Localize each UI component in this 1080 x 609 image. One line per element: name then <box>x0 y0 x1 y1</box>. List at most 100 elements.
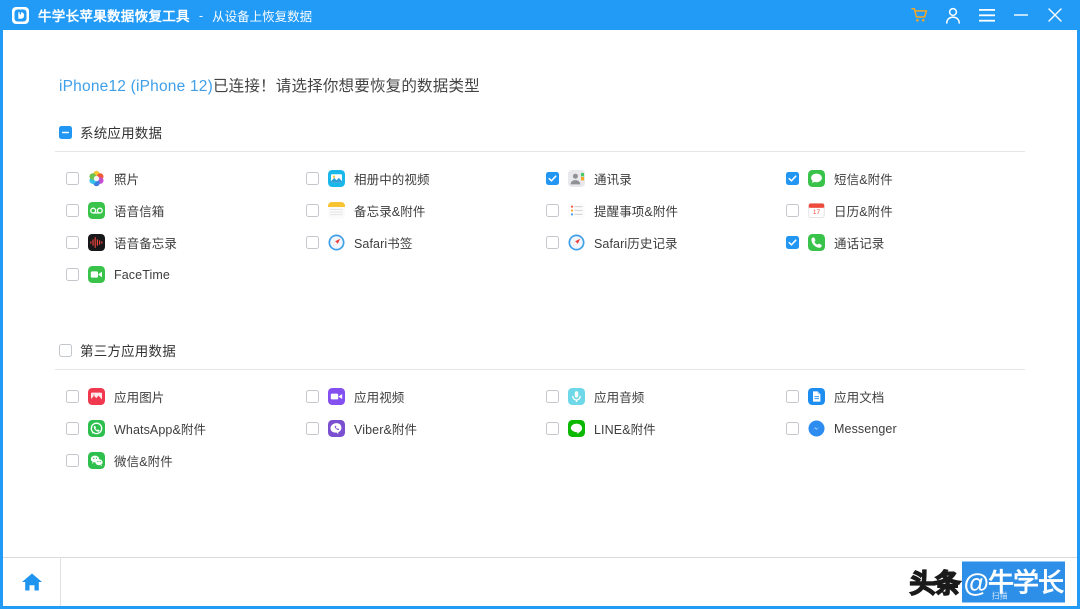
checkbox-app-document[interactable] <box>786 390 799 403</box>
device-message: 已连接！请选择你想要恢复的数据类型 <box>212 78 480 95</box>
device-status-line: iPhone12 (iPhone 12)已连接！请选择你想要恢复的数据类型 <box>55 30 1025 96</box>
checkbox-contacts[interactable] <box>546 172 559 185</box>
item-viber[interactable]: Viber&附件 <box>306 419 546 438</box>
wechat-icon <box>88 452 105 469</box>
app-title: 牛学长苹果数据恢复工具 <box>38 9 190 24</box>
section-system-header: 系统应用数据 <box>55 122 1025 152</box>
section-third-party-header: 第三方应用数据 <box>55 340 1025 370</box>
item-whatsapp[interactable]: WhatsApp&附件 <box>66 419 306 438</box>
voicemail-icon <box>88 202 105 219</box>
facetime-icon <box>88 266 105 283</box>
item-voice-memos[interactable]: 语音备忘录 <box>66 233 306 252</box>
messages-icon <box>808 170 825 187</box>
item-app-document[interactable]: 应用文档 <box>786 387 1026 406</box>
minimize-icon[interactable] <box>1004 0 1038 30</box>
item-label: 语音备忘录 <box>114 237 178 251</box>
item-voicemail[interactable]: 语音信箱 <box>66 201 306 220</box>
item-label: 照片 <box>114 173 140 187</box>
line-icon <box>568 420 585 437</box>
app-subtitle: 从设备上恢复数据 <box>212 9 313 24</box>
checkbox-wechat[interactable] <box>66 454 79 467</box>
section-third-party-checkbox[interactable] <box>59 343 72 357</box>
item-label: 应用文档 <box>834 391 885 405</box>
item-messenger[interactable]: Messenger <box>786 419 1026 438</box>
item-reminders[interactable]: 提醒事项&附件 <box>546 201 786 220</box>
checkbox-line[interactable] <box>546 422 559 435</box>
section-system-data: 系统应用数据 照片 相册中的视频 通讯录 短信&附件 语音信箱 备忘录&附件 提… <box>55 122 1025 284</box>
app-logo-icon <box>12 6 29 24</box>
item-label: 相册中的视频 <box>354 173 430 187</box>
safari-icon <box>568 234 585 251</box>
watermark-highlight-text: @牛学长 扫描 <box>961 561 1065 603</box>
section-system-title: 系统应用数据 <box>80 126 163 141</box>
checkbox-album-video[interactable] <box>306 172 319 185</box>
item-label: 通讯录 <box>594 173 632 187</box>
checkbox-photos[interactable] <box>66 172 79 185</box>
item-label: Safari历史记录 <box>594 237 678 251</box>
item-line[interactable]: LINE&附件 <box>546 419 786 438</box>
whatsapp-icon <box>88 420 105 437</box>
contacts-icon <box>568 170 585 187</box>
item-album-video[interactable]: 相册中的视频 <box>306 169 546 188</box>
content-frame: iPhone12 (iPhone 12)已连接！请选择你想要恢复的数据类型 系统… <box>0 30 1080 609</box>
phone-icon <box>808 234 825 251</box>
checkbox-voice-memos[interactable] <box>66 236 79 249</box>
item-notes[interactable]: 备忘录&附件 <box>306 201 546 220</box>
checkbox-app-audio[interactable] <box>546 390 559 403</box>
item-wechat[interactable]: 微信&附件 <box>66 451 306 470</box>
checkbox-app-photos[interactable] <box>66 390 79 403</box>
title-bar: 牛学长苹果数据恢复工具 - 从设备上恢复数据 <box>0 0 1080 30</box>
cart-icon[interactable] <box>902 0 936 30</box>
menu-icon[interactable] <box>970 0 1004 30</box>
item-calendar[interactable]: 17 日历&附件 <box>786 201 1026 220</box>
app-photos-icon <box>88 388 105 405</box>
section-third-party-title: 第三方应用数据 <box>80 344 176 359</box>
home-icon[interactable] <box>3 558 61 606</box>
item-photos[interactable]: 照片 <box>66 169 306 188</box>
section-system-checkbox[interactable] <box>59 125 72 139</box>
third-party-data-grid: 应用图片 应用视频 应用音频 应用文档 WhatsApp&附件 Viber&附件… <box>55 387 1025 470</box>
item-contacts[interactable]: 通讯录 <box>546 169 786 188</box>
album-video-icon <box>328 170 345 187</box>
checkbox-reminders[interactable] <box>546 204 559 217</box>
item-safari-bookmarks[interactable]: Safari书签 <box>306 233 546 252</box>
checkbox-notes[interactable] <box>306 204 319 217</box>
item-facetime[interactable]: FaceTime <box>66 265 306 284</box>
item-app-video[interactable]: 应用视频 <box>306 387 546 406</box>
checkbox-messages[interactable] <box>786 172 799 185</box>
title-separator: - <box>198 7 204 23</box>
watermark-subtext: 扫描 <box>991 591 1008 601</box>
checkbox-viber[interactable] <box>306 422 319 435</box>
item-app-photos[interactable]: 应用图片 <box>66 387 306 406</box>
item-label: 短信&附件 <box>834 173 893 187</box>
checkbox-voicemail[interactable] <box>66 204 79 217</box>
checkbox-safari-history[interactable] <box>546 236 559 249</box>
close-icon[interactable] <box>1038 0 1072 30</box>
checkbox-calendar[interactable] <box>786 204 799 217</box>
calendar-icon: 17 <box>808 202 825 219</box>
item-safari-history[interactable]: Safari历史记录 <box>546 233 786 252</box>
item-label: 应用视频 <box>354 391 405 405</box>
watermark: 头条 @牛学长 扫描 <box>909 561 1065 603</box>
watermark-outline-text: 头条 <box>909 568 962 600</box>
checkbox-facetime[interactable] <box>66 268 79 281</box>
account-icon[interactable] <box>936 0 970 30</box>
item-call-history[interactable]: 通话记录 <box>786 233 1026 252</box>
main-content: iPhone12 (iPhone 12)已连接！请选择你想要恢复的数据类型 系统… <box>3 30 1077 557</box>
item-app-audio[interactable]: 应用音频 <box>546 387 786 406</box>
item-label: LINE&附件 <box>594 423 656 437</box>
item-label: 备忘录&附件 <box>354 205 426 219</box>
item-label: 通话记录 <box>834 237 885 251</box>
messenger-icon <box>808 420 825 437</box>
device-name: iPhone12 (iPhone 12) <box>59 78 213 95</box>
item-label: WhatsApp&附件 <box>114 423 207 437</box>
item-label: Safari书签 <box>354 237 413 251</box>
checkbox-call-history[interactable] <box>786 236 799 249</box>
checkbox-messenger[interactable] <box>786 422 799 435</box>
checkbox-app-video[interactable] <box>306 390 319 403</box>
item-messages[interactable]: 短信&附件 <box>786 169 1026 188</box>
checkbox-whatsapp[interactable] <box>66 422 79 435</box>
app-video-icon <box>328 388 345 405</box>
application-window: 牛学长苹果数据恢复工具 - 从设备上恢复数据 iPhone12 (iPhone … <box>0 0 1080 609</box>
checkbox-safari-bookmarks[interactable] <box>306 236 319 249</box>
